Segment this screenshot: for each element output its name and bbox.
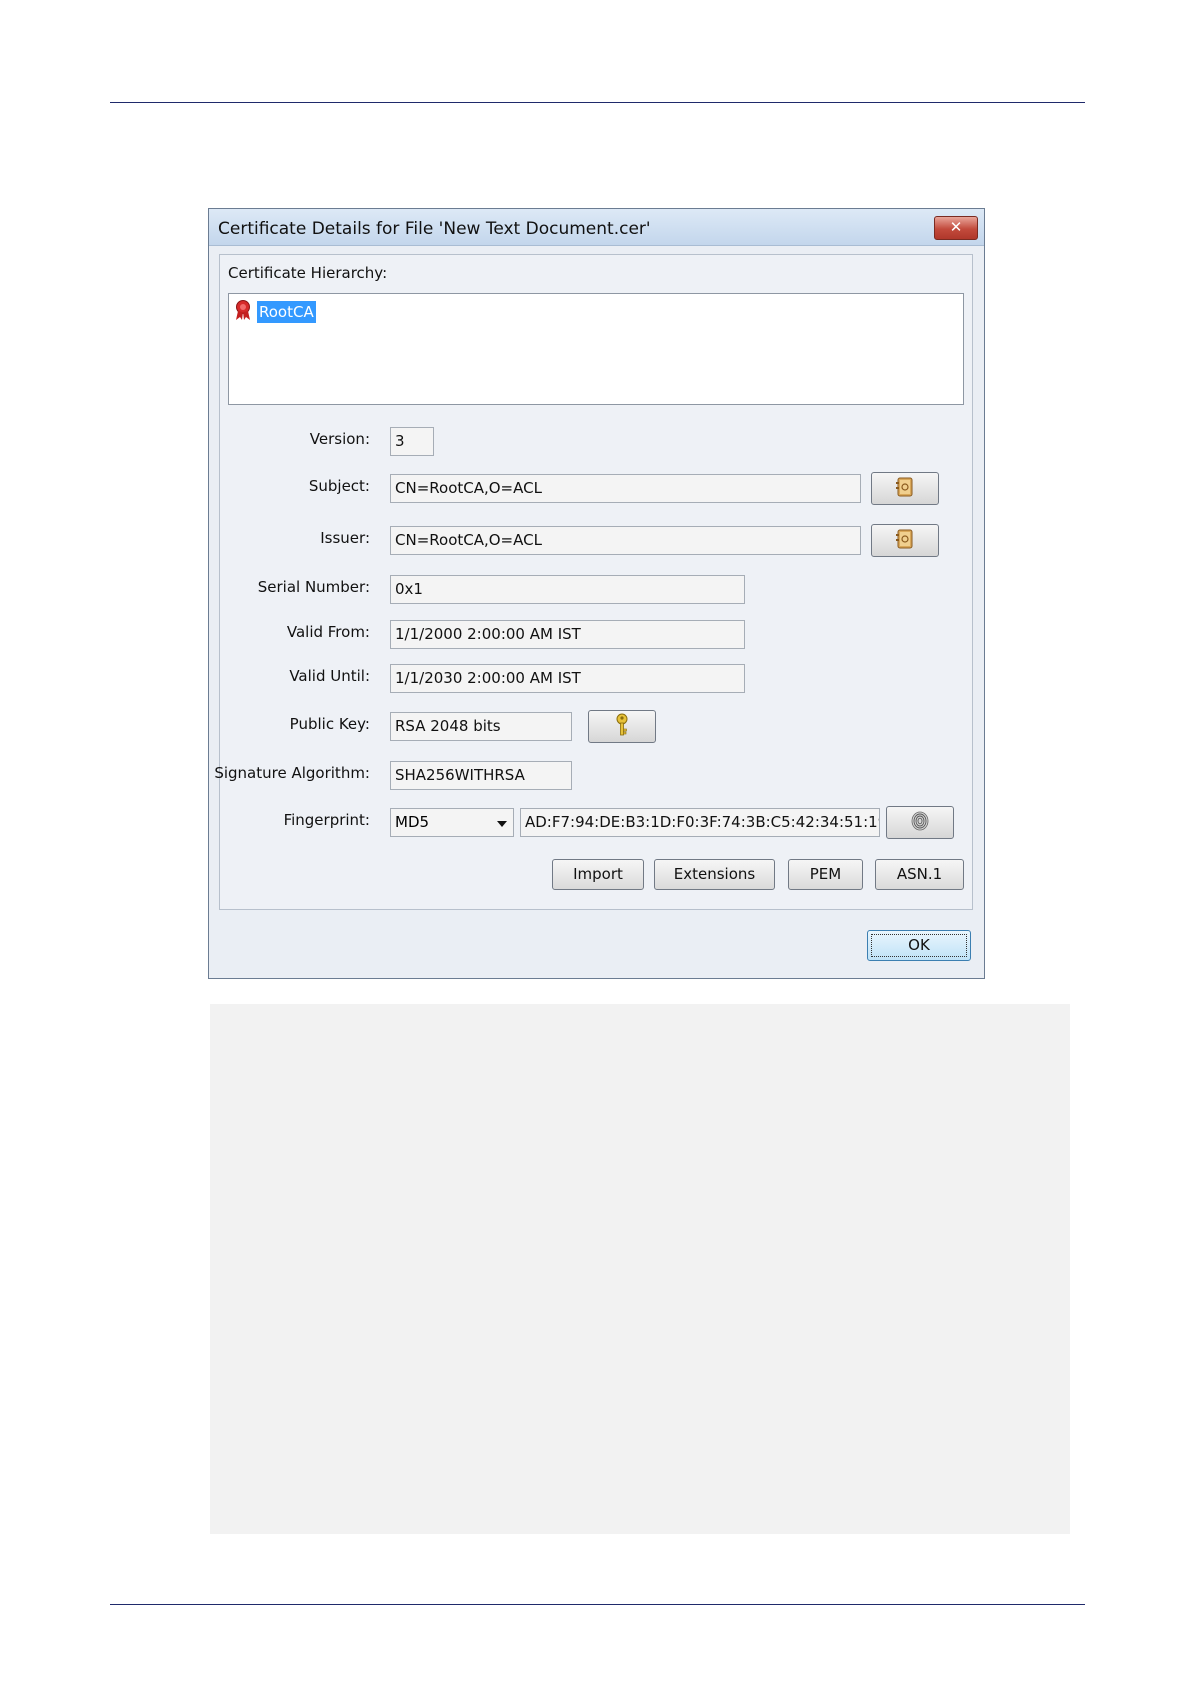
key-icon bbox=[613, 713, 631, 741]
footer-rule bbox=[110, 1604, 1085, 1605]
valid-from-label: Valid From: bbox=[286, 623, 370, 641]
details-panel: Certificate Hierarchy: RootCA Version: 3… bbox=[214, 254, 973, 910]
blank-gray-area bbox=[210, 1004, 1070, 1534]
dropdown-arrow-icon bbox=[497, 821, 507, 827]
tree-item-rootca[interactable]: RootCA bbox=[233, 299, 316, 325]
import-button[interactable]: Import bbox=[552, 859, 644, 890]
certificate-details-dialog: Certificate Details for File 'New Text D… bbox=[208, 208, 985, 979]
version-field[interactable]: 3 bbox=[390, 427, 434, 456]
issuer-field[interactable]: CN=RootCA,O=ACL bbox=[390, 526, 861, 555]
version-label: Version: bbox=[309, 430, 370, 448]
public-key-field[interactable]: RSA 2048 bits bbox=[390, 712, 572, 741]
certificate-ribbon-icon bbox=[233, 299, 253, 325]
fingerprint-icon bbox=[910, 810, 930, 836]
serial-number-label: Serial Number: bbox=[257, 578, 370, 596]
tree-item-label: RootCA bbox=[257, 301, 316, 323]
fingerprint-label: Fingerprint: bbox=[283, 811, 370, 829]
fingerprint-algorithm-value: MD5 bbox=[395, 813, 430, 831]
valid-from-field[interactable]: 1/1/2000 2:00:00 AM IST bbox=[390, 620, 745, 649]
subject-field[interactable]: CN=RootCA,O=ACL bbox=[390, 474, 861, 503]
subject-details-button[interactable] bbox=[871, 472, 939, 505]
title-bar[interactable]: Certificate Details for File 'New Text D… bbox=[209, 209, 984, 246]
subject-label: Subject: bbox=[308, 477, 370, 495]
ok-button[interactable]: OK bbox=[867, 930, 971, 961]
pem-button[interactable]: PEM bbox=[788, 859, 863, 890]
valid-until-label: Valid Until: bbox=[289, 667, 370, 685]
signature-algorithm-label: Signature Algorithm: bbox=[214, 764, 370, 782]
close-button[interactable]: ✕ bbox=[934, 216, 978, 240]
issuer-label: Issuer: bbox=[320, 529, 370, 547]
fingerprint-algorithm-select[interactable]: MD5 bbox=[390, 808, 514, 837]
valid-until-field[interactable]: 1/1/2030 2:00:00 AM IST bbox=[390, 664, 745, 693]
public-key-details-button[interactable] bbox=[588, 710, 656, 743]
header-rule bbox=[110, 102, 1085, 103]
asn1-button[interactable]: ASN.1 bbox=[875, 859, 964, 890]
fingerprint-copy-button[interactable] bbox=[886, 806, 954, 839]
ok-label: OK bbox=[908, 936, 930, 954]
extensions-button[interactable]: Extensions bbox=[654, 859, 775, 890]
serial-number-field[interactable]: 0x1 bbox=[390, 575, 745, 604]
hierarchy-label: Certificate Hierarchy: bbox=[228, 264, 388, 282]
signature-algorithm-field[interactable]: SHA256WITHRSA bbox=[390, 761, 572, 790]
address-book-icon bbox=[895, 528, 915, 554]
fingerprint-field[interactable]: AD:F7:94:DE:B3:1D:F0:3F:74:3B:C5:42:34:5… bbox=[520, 808, 880, 837]
dialog-title: Certificate Details for File 'New Text D… bbox=[218, 219, 651, 239]
public-key-label: Public Key: bbox=[289, 715, 370, 733]
issuer-details-button[interactable] bbox=[871, 524, 939, 557]
certificate-hierarchy-tree[interactable]: RootCA bbox=[228, 293, 964, 405]
address-book-icon bbox=[895, 476, 915, 502]
